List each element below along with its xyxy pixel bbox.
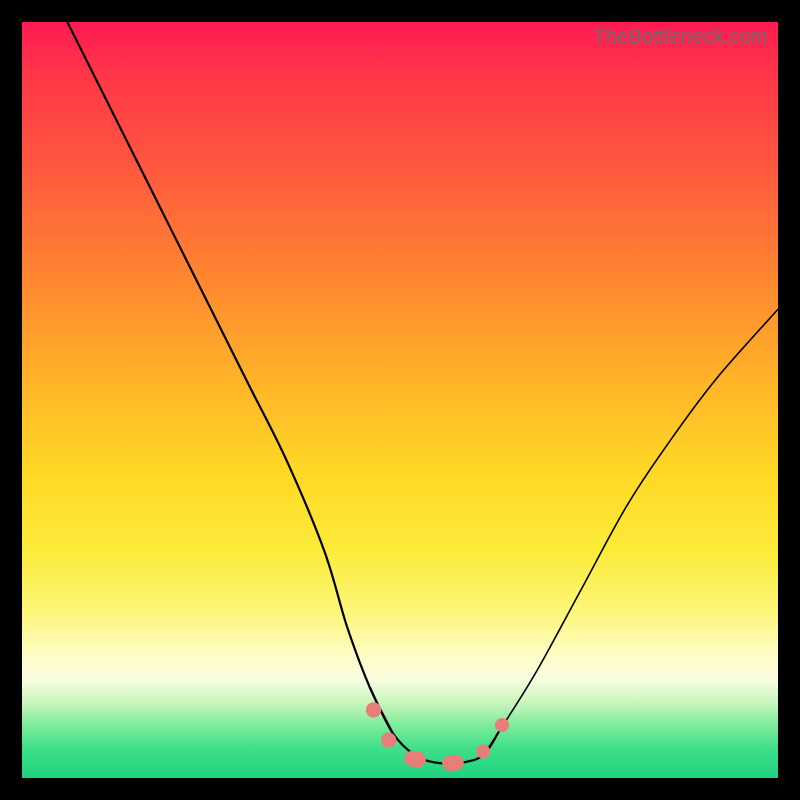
marker-blob xyxy=(441,754,464,772)
marker-blob xyxy=(381,733,396,748)
curve-svg xyxy=(22,22,778,778)
plot-area: TheBottleneck.com xyxy=(22,22,778,778)
marker-blob xyxy=(476,745,490,759)
marker-blob xyxy=(403,750,427,769)
chart-frame: TheBottleneck.com xyxy=(0,0,800,800)
marker-blob xyxy=(366,702,381,717)
marker-group xyxy=(366,702,509,772)
curve-left-segment xyxy=(67,22,392,733)
marker-blob xyxy=(495,718,509,732)
curve-right-segment xyxy=(483,309,778,755)
